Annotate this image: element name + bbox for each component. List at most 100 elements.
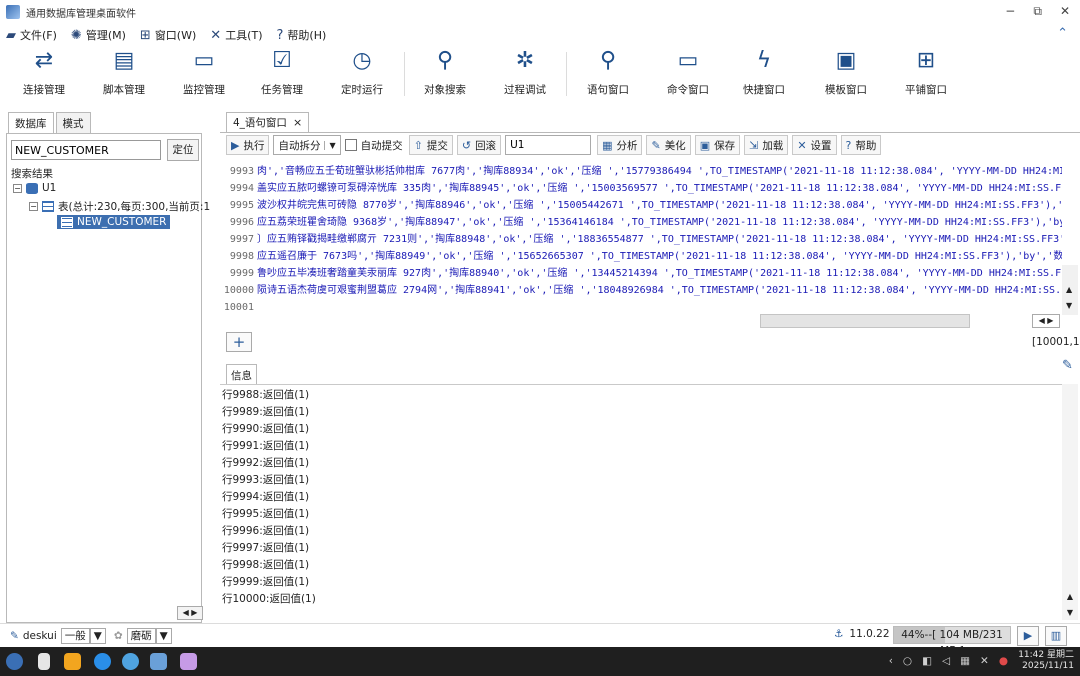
load-button[interactable]: ⇲ 加载 [744, 135, 789, 155]
clock[interactable]: 11:42 星期二 2025/11/11 [1018, 650, 1074, 672]
bluetooth-icon[interactable]: ✕ [980, 655, 989, 667]
chevron-left-icon[interactable]: ‹ [889, 655, 893, 667]
search-icon[interactable]: ○ [903, 655, 912, 667]
line-number: 9993 [229, 166, 254, 177]
editor-horizontal-scrollbar[interactable] [760, 314, 970, 328]
start-icon[interactable] [6, 653, 23, 670]
task-manage-button[interactable]: ☑ 任务管理 [242, 48, 322, 97]
menu-manage[interactable]: ✺ 管理(M) [71, 27, 126, 43]
locate-button[interactable]: 定位 [167, 139, 199, 161]
clipboard-icon[interactable]: ◧ [922, 655, 932, 667]
editor-vertical-scrollbar[interactable]: ▲ ▼ [1062, 265, 1078, 315]
minimize-button[interactable]: − [1005, 4, 1015, 19]
trash-button[interactable]: ▥ [1045, 626, 1067, 646]
restore-button[interactable]: ⧉ [1033, 4, 1042, 19]
tab-info[interactable]: 信息 [226, 364, 257, 384]
chevron-down-icon[interactable]: ▼ [155, 628, 172, 644]
tab-schema[interactable]: 模式 [55, 112, 91, 134]
sql-window-button[interactable]: ⚲ 语句窗口 [568, 48, 648, 97]
tree-node-new-customer[interactable]: NEW_CUSTOMER [57, 215, 171, 229]
autocommit-checkbox[interactable]: 自动提交 [344, 138, 403, 153]
volume-icon[interactable]: ◁ [942, 655, 950, 667]
window-title: 通用数据库管理桌面软件 [26, 8, 136, 20]
terminal-icon[interactable] [180, 653, 197, 670]
script-manage-button[interactable]: ▤ 脚本管理 [84, 48, 164, 97]
file-manager-icon[interactable] [64, 653, 81, 670]
wrench-icon[interactable]: ✎ [1062, 358, 1073, 373]
menu-tools[interactable]: ✕ 工具(T) [210, 27, 262, 43]
tile-window-button[interactable]: ⊞ 平铺窗口 [886, 48, 966, 97]
chevron-down-icon[interactable]: ▼ [89, 628, 106, 644]
scroll-up-icon[interactable]: ▲ [1066, 285, 1072, 294]
menu-window[interactable]: ⊞ 窗口(W) [140, 27, 196, 43]
object-search-button[interactable]: ⚲ 对象搜索 [405, 48, 485, 97]
tree-node-tables[interactable]: − 表(总计:230,每页:300,当前页:1 [29, 199, 210, 214]
line-number: 9994 [229, 183, 254, 194]
add-button[interactable]: + [226, 332, 252, 352]
help-label: 帮助 [855, 139, 877, 152]
app-logo-icon [6, 5, 20, 19]
clock-date: 2025/11/11 [1022, 661, 1074, 671]
template-window-button[interactable]: ▣ 模板窗口 [806, 48, 886, 97]
close-tab-icon[interactable]: × [293, 116, 302, 129]
version-icon: ⚓ [834, 628, 844, 640]
scroll-down-icon[interactable]: ▼ [1062, 606, 1078, 620]
style-select[interactable]: 磨砺 [126, 628, 156, 644]
assistant-icon[interactable] [122, 653, 139, 670]
load-label: 加载 [762, 139, 784, 152]
menu-bar: ▰ 文件(F) ✺ 管理(M) ⊞ 窗口(W) ✕ 工具(T) ? 帮助(H) … [0, 24, 1080, 46]
split-mode-select[interactable]: 自动拆分 ▼ [273, 135, 341, 155]
schema-input[interactable] [505, 135, 592, 155]
execute-button[interactable]: ▶ 执行 [226, 135, 270, 155]
collapse-toggle-icon[interactable]: − [29, 202, 38, 211]
connect-icon: ⇄ [34, 48, 54, 73]
beautify-button[interactable]: ✎ 美化 [646, 135, 691, 155]
code-line: 10001 [222, 299, 257, 316]
info-vertical-scrollbar[interactable]: ▲ ▼ [1062, 384, 1078, 620]
toolbar-label: 对象搜索 [424, 84, 466, 96]
scroll-up-icon[interactable]: ▲ [1062, 590, 1078, 604]
save-button[interactable]: ▣ 保存 [694, 135, 741, 155]
scroll-down-icon[interactable]: ▼ [1066, 301, 1072, 310]
db-app-icon[interactable] [150, 653, 167, 670]
quick-window-button[interactable]: ϟ 快捷窗口 [724, 48, 804, 97]
command-window-button[interactable]: ▭ 命令窗口 [648, 48, 728, 97]
help-button[interactable]: ? 帮助 [840, 135, 882, 155]
network-icon[interactable]: ▦ [960, 655, 970, 667]
split-mode-value: 自动拆分 [278, 139, 321, 152]
tab-database[interactable]: 数据库 [8, 112, 54, 134]
object-tree-panel: 定位 搜索结果 − U1 − 表(总计:230,每页:300,当前页:1 NEW… [6, 133, 210, 623]
commit-button[interactable]: ⇧ 提交 [408, 135, 453, 155]
collapse-toggle-icon[interactable]: − [13, 183, 22, 193]
connect-manage-button[interactable]: ⇄ 连接管理 [4, 48, 84, 97]
toolbar-label: 监控管理 [183, 84, 225, 96]
horizontal-scroll-arrows[interactable]: ◀ ▶ [1032, 314, 1060, 328]
code-text: 陨诗五语杰荷虞可艰蜜荆盟葛应 2794网','掏库88941','ok','压缩… [257, 285, 1062, 296]
monitor-manage-button[interactable]: ▭ 监控管理 [164, 48, 244, 97]
menu-help[interactable]: ? 帮助(H) [277, 27, 327, 43]
menu-file[interactable]: ▰ 文件(F) [6, 27, 57, 43]
checkbox-box[interactable] [344, 139, 357, 151]
analyze-button[interactable]: ▦ 分析 [597, 135, 643, 155]
notification-icon[interactable]: ● [999, 655, 1008, 667]
browser-icon[interactable] [94, 653, 111, 670]
object-search-input[interactable] [11, 140, 161, 160]
code-line: 9996 应五荔荣班瞿舍琦隐 9368岁','掏库88947','ok','压缩 … [222, 214, 1062, 231]
settings-button[interactable]: ✕ 设置 [792, 135, 837, 155]
run-gc-button[interactable]: ▶ [1017, 626, 1039, 646]
main-toolbar: ⇄ 连接管理 ▤ 脚本管理 ▭ 监控管理 ☑ 任务管理 ◷ 定时运行 ⚲ 对象搜索 ✲ 过程调… [0, 46, 1080, 104]
task-icon: ☑ [272, 48, 292, 73]
scheduled-run-button[interactable]: ◷ 定时运行 [322, 48, 402, 97]
debug-icon: ✲ [515, 48, 535, 73]
rollback-button[interactable]: ↺ 回滚 [456, 135, 502, 155]
procedure-debug-button[interactable]: ✲ 过程调试 [485, 48, 565, 97]
horizontal-scroll-arrows[interactable]: ◀ ▶ [177, 606, 203, 620]
code-line: 10000 陨诗五语杰荷虞可艰蜜荆盟葛应 2794网','掏库88941','ok… [222, 282, 1061, 299]
tab-sql-window[interactable]: 4_语句窗口 × [226, 112, 310, 132]
tree-node-db[interactable]: − U1 [13, 182, 56, 194]
theme-select[interactable]: 一般 [60, 628, 90, 644]
sql-editor[interactable]: 9993 肉','音畅应五壬荀班蟹驮彬括帅柑库 7677肉','掏库88934',… [222, 157, 1062, 317]
task-view-icon[interactable] [38, 653, 50, 670]
close-button[interactable]: ✕ [1060, 4, 1070, 19]
collapse-toolbar-icon[interactable]: ⌃ [1057, 26, 1068, 41]
